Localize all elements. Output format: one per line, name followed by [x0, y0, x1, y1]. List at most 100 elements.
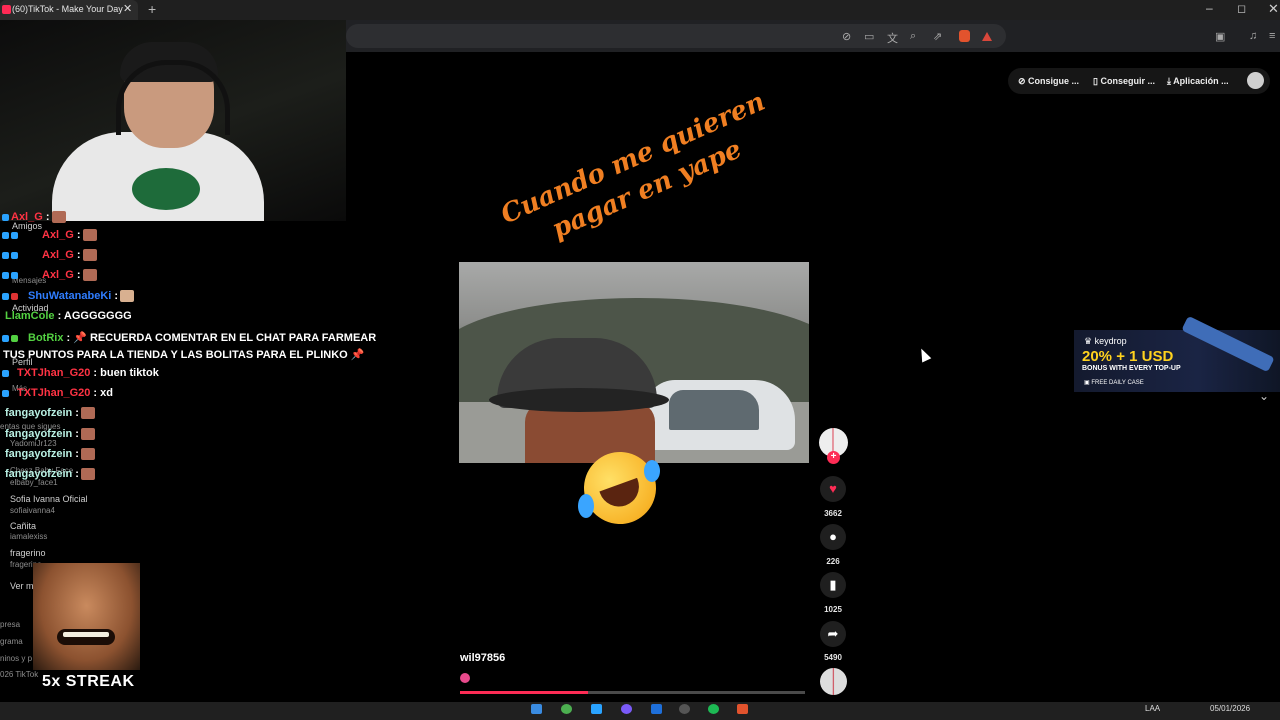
windows-taskbar: [0, 702, 1280, 720]
mouse-cursor-icon: [916, 346, 932, 363]
like-count: 3662: [824, 509, 842, 518]
chat-badge-icon: [11, 271, 18, 279]
coins-button[interactable]: ⊘ Consigue ...: [1018, 76, 1079, 87]
following-name[interactable]: YadomiJr123: [10, 439, 57, 448]
chevron-down-icon[interactable]: ⌄: [1259, 389, 1269, 403]
music-note-icon: [460, 673, 470, 683]
brave-shields-icon[interactable]: [959, 30, 970, 42]
emote-icon: [51, 211, 66, 224]
media-icon[interactable]: ♫: [1249, 30, 1257, 42]
chat-text: TUS PUNTOS PARA LA TIENDA Y LAS BOLITAS …: [3, 349, 365, 361]
following-name[interactable]: Cañita: [10, 521, 36, 531]
tab-close-icon[interactable]: ✕: [123, 2, 132, 15]
mute-icon[interactable]: ⊘: [842, 30, 851, 43]
chat-username: Axl_G: [42, 249, 74, 261]
video-progress-bar[interactable]: [460, 691, 805, 694]
music-disc-icon[interactable]: [820, 668, 847, 695]
chat-badge-icon: [2, 251, 9, 259]
emoji-tear: [578, 494, 594, 518]
ad-subline: BONUS WITH EVERY TOP-UP: [1082, 365, 1181, 372]
chat-badge-icon: [11, 231, 18, 239]
browser-tab[interactable]: (60)TikTok - Make Your Day ✕: [0, 0, 138, 20]
ad-cta[interactable]: ▣ FREE DAILY CASE: [1084, 379, 1144, 386]
emote-icon: [80, 407, 95, 420]
emote-icon: [82, 269, 97, 282]
ad-brand-label: keydrop: [1094, 336, 1127, 346]
chat-text: :: [75, 448, 79, 460]
get-app-button[interactable]: ▯ Conseguir ...: [1093, 76, 1155, 87]
chat-text: :: [76, 249, 81, 261]
footer-link[interactable]: grama: [0, 637, 23, 646]
chat-message: Axl_G :: [2, 249, 97, 262]
share-arrow-icon: ➦: [827, 626, 839, 641]
chat-badge-icon: [2, 231, 9, 239]
chat-text: :: [76, 269, 81, 281]
chat-badge-icon: [2, 213, 9, 221]
share-count: 5490: [824, 653, 842, 662]
menu-icon[interactable]: ≡: [1269, 30, 1275, 42]
follow-button[interactable]: +: [827, 451, 840, 464]
comment-count: 226: [826, 557, 840, 566]
window-close-button[interactable]: ✕: [1268, 1, 1279, 17]
chat-message: Axl_G :: [2, 211, 66, 224]
sidebar-icon[interactable]: ▣: [1215, 30, 1225, 43]
chat-badge-icon: [11, 251, 18, 259]
footer-link[interactable]: presa: [0, 620, 20, 629]
chat-badge-icon: [11, 334, 18, 342]
new-tab-button[interactable]: +: [148, 1, 156, 17]
ver-mas-link[interactable]: Ver m: [10, 581, 34, 591]
maximize-button[interactable]: ◻: [1237, 2, 1246, 15]
chat-message: Axl_G :: [2, 229, 97, 242]
tiktok-favicon-icon: [2, 5, 11, 14]
brave-rewards-icon[interactable]: [982, 32, 992, 41]
edge-icon[interactable]: [591, 704, 602, 714]
settings-icon[interactable]: [679, 704, 690, 714]
zoom-icon[interactable]: ⌕: [910, 30, 916, 43]
chat-badge-icon: [2, 292, 9, 300]
chat-message: Axl_G :: [2, 269, 97, 282]
video-player[interactable]: [459, 262, 809, 463]
chat-username: fangayofzein: [5, 428, 73, 440]
heart-icon: ♥: [829, 481, 837, 496]
video-author-username[interactable]: wil97856: [460, 652, 505, 664]
get-app-label: Conseguir ...: [1100, 76, 1155, 86]
shirt-logo: [132, 168, 200, 210]
chrome-icon[interactable]: [561, 704, 572, 714]
chat-badge-icon: [11, 292, 18, 300]
webcam-feed: [0, 20, 346, 221]
chat-username: ShuWatanabeKi: [28, 290, 112, 302]
browser-tab-strip: [0, 0, 1280, 20]
chat-badge-icon: [2, 389, 9, 397]
start-icon[interactable]: [531, 704, 542, 714]
following-handle: sofiaivanna4: [10, 506, 55, 515]
chat-username: fangayofzein: [5, 468, 73, 480]
explorer-icon[interactable]: [651, 704, 662, 714]
emote-icon: [80, 468, 95, 481]
cast-icon[interactable]: ▭: [864, 30, 874, 43]
translate-icon[interactable]: 文: [887, 30, 898, 46]
streak-label: 5x STREAK: [42, 673, 135, 690]
ad-cta-label: FREE DAILY CASE: [1091, 380, 1144, 386]
spotify-icon[interactable]: [708, 704, 719, 714]
download-app-button[interactable]: ⤓ Aplicación ...: [1167, 76, 1229, 87]
chat-username: Axl_G: [42, 269, 74, 281]
minimize-button[interactable]: –: [1206, 1, 1213, 15]
chat-text: :: [75, 468, 79, 480]
clock-date: 05/01/2026: [1210, 704, 1251, 713]
coins-button-label: Consigue ...: [1028, 76, 1080, 86]
chat-message: TXTJhan_G20 : buen tiktok: [2, 367, 159, 379]
share-icon[interactable]: ⇗: [933, 30, 942, 43]
address-bar[interactable]: [346, 24, 1006, 48]
language-indicator[interactable]: LAA: [1145, 704, 1160, 713]
chat-username: LlamCole: [5, 310, 55, 322]
brave-taskbar-icon[interactable]: [737, 704, 748, 714]
emote-icon: [120, 290, 135, 303]
following-name[interactable]: Sofia Ivanna Oficial: [10, 494, 88, 504]
footer-link[interactable]: ninos y p: [0, 654, 32, 663]
chat-text: : buen tiktok: [93, 367, 159, 379]
profile-avatar[interactable]: [1247, 72, 1264, 89]
emoji-tear: [644, 460, 660, 482]
following-name[interactable]: fragerino: [10, 548, 46, 558]
discord-icon[interactable]: [621, 704, 632, 714]
chat-text: :: [75, 407, 79, 419]
